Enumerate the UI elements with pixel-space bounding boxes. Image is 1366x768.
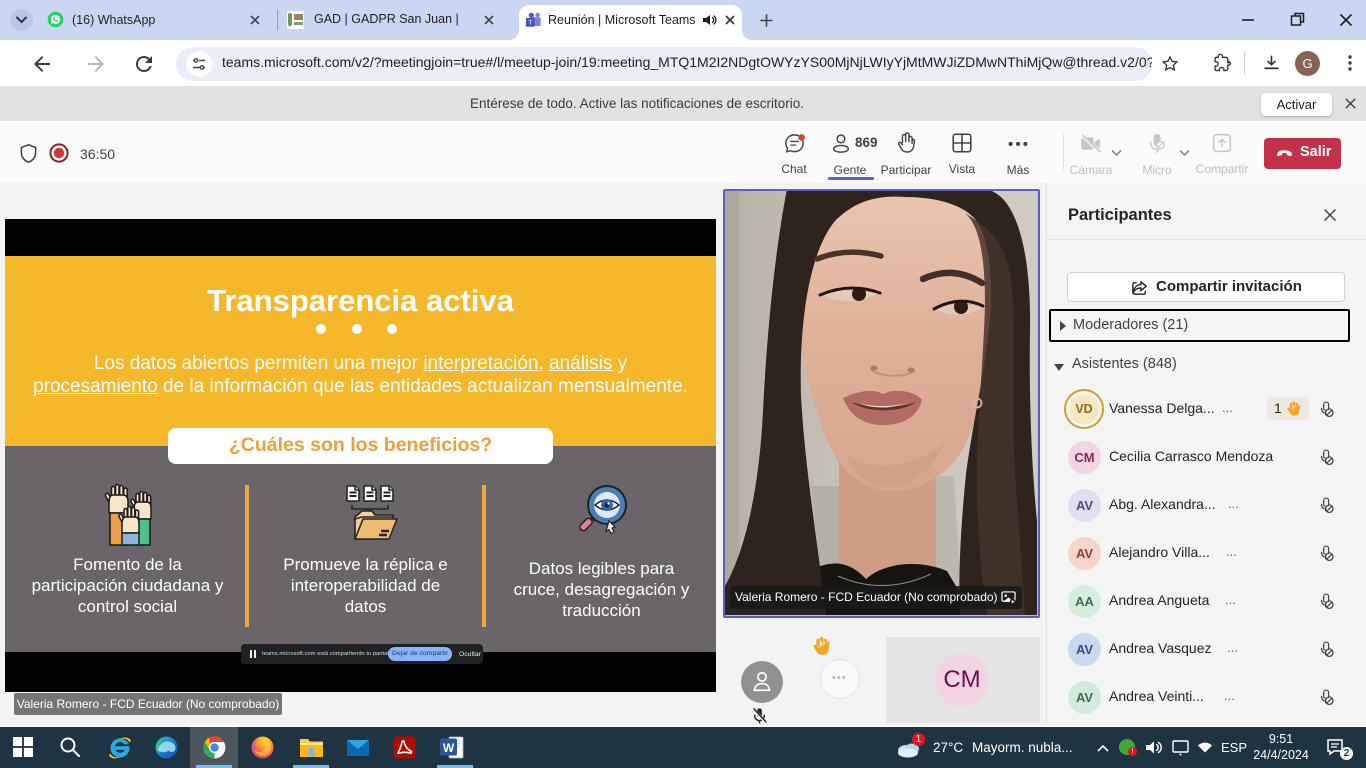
- svg-text:W: W: [443, 741, 455, 755]
- svg-text:T: T: [528, 20, 532, 27]
